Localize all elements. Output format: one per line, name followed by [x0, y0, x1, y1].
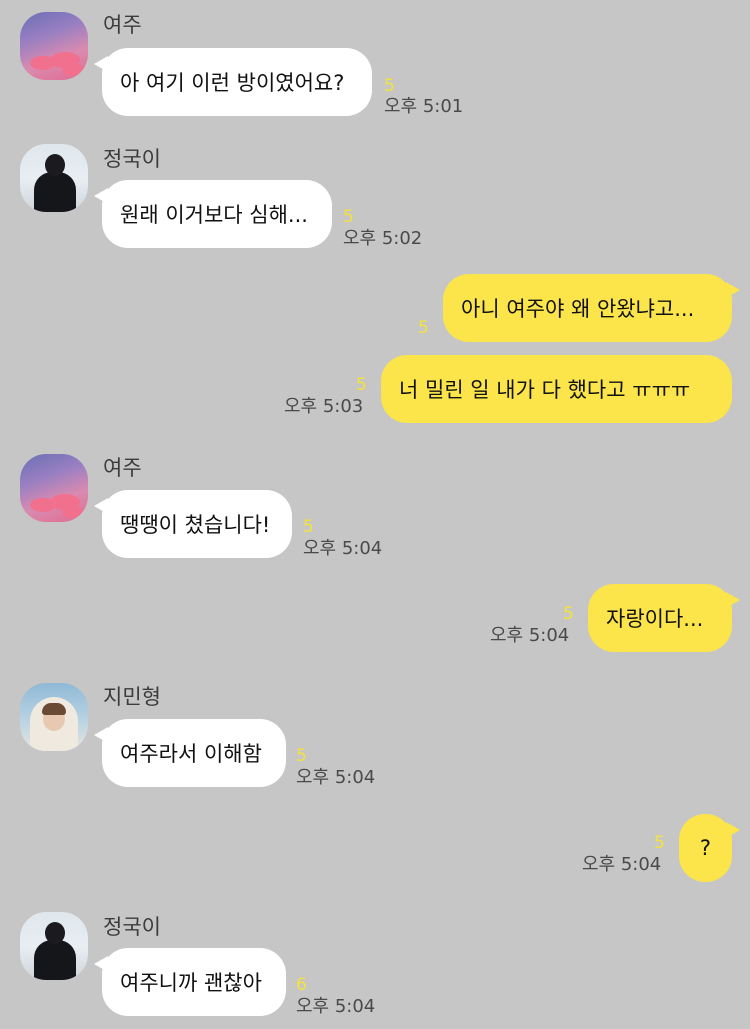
sender-name: 여주 [103, 456, 142, 480]
message-time: 오후 5:04 [582, 854, 662, 875]
sender-name: 정국이 [103, 915, 161, 939]
avatar-yeoju[interactable] [20, 454, 88, 522]
message-time: 오후 5:02 [343, 228, 423, 249]
avatar-jimin[interactable] [20, 683, 88, 751]
unread-count: 5 [356, 375, 367, 395]
message-time: 오후 5:01 [384, 96, 464, 117]
avatar-jungkook[interactable] [20, 912, 88, 980]
avatar-yeoju[interactable] [20, 12, 88, 80]
unread-count: 5 [654, 833, 665, 853]
unread-count: 5 [563, 604, 574, 624]
message-bubble[interactable]: 아니 여주야 왜 안왔냐고... [443, 274, 740, 342]
message-time: 오후 5:04 [303, 538, 383, 559]
sender-name: 여주 [103, 13, 142, 37]
message-time: 오후 5:04 [296, 996, 376, 1017]
message-time: 오후 5:04 [296, 767, 376, 788]
message-bubble[interactable]: ? [679, 814, 740, 882]
unread-count: 5 [384, 76, 395, 96]
message-time: 오후 5:04 [490, 625, 570, 646]
unread-count: 6 [296, 975, 307, 995]
unread-count: 5 [296, 746, 307, 766]
message-bubble[interactable]: 땡땡이 쳤습니다! [94, 490, 292, 558]
unread-count: 5 [343, 207, 354, 227]
unread-count: 5 [418, 318, 429, 338]
avatar-jungkook[interactable] [20, 144, 88, 212]
sender-name: 정국이 [103, 147, 161, 171]
message-bubble[interactable]: 너 밀린 일 내가 다 했다고 ㅠㅠㅠ [381, 355, 732, 423]
message-time: 오후 5:03 [284, 396, 364, 417]
message-bubble[interactable]: 여주니까 괜찮아 [94, 948, 286, 1016]
message-bubble[interactable]: 여주라서 이해함 [94, 719, 286, 787]
message-bubble[interactable]: 원래 이거보다 심해... [94, 180, 332, 248]
unread-count: 5 [303, 517, 314, 537]
sender-name: 지민형 [103, 685, 161, 709]
message-bubble[interactable]: 자랑이다... [588, 584, 740, 652]
message-bubble[interactable]: 아 여기 이런 방이였어요? [94, 48, 372, 116]
